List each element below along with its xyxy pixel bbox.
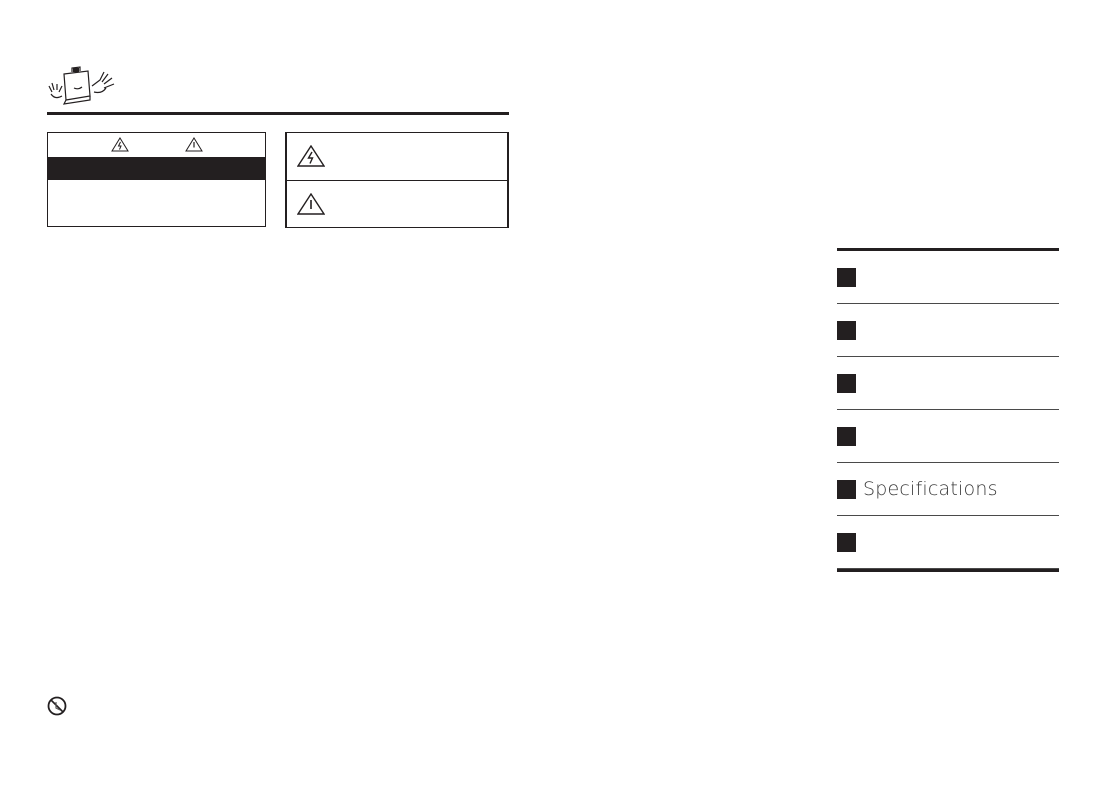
- toc-bullet: [837, 480, 856, 499]
- electric-shock-warning-icon: [111, 137, 129, 152]
- caution-exclamation-icon: [185, 137, 203, 152]
- toc-bottom-rule: [837, 569, 1059, 572]
- toc-bullet: [837, 427, 856, 446]
- header-rule: [47, 112, 509, 115]
- symbol-explanation-box: [285, 132, 509, 228]
- caution-symbol-row: [287, 181, 507, 228]
- toc-item[interactable]: [837, 251, 1059, 304]
- electric-shock-warning-icon: [297, 145, 325, 167]
- toc-item-label: Specifications: [863, 478, 998, 500]
- toc-bullet: [837, 374, 856, 393]
- monitor-mascot-icon: [48, 66, 115, 105]
- toc-bullet: [837, 268, 856, 287]
- warning-heading-bar: [48, 157, 265, 180]
- toc-bullet: [837, 533, 856, 552]
- shock-symbol-row: [287, 133, 507, 181]
- toc-item[interactable]: [837, 410, 1059, 463]
- toc-item[interactable]: [837, 357, 1059, 410]
- do-not-disassemble-icon: [47, 696, 67, 716]
- caution-exclamation-icon: [297, 193, 325, 215]
- caution-warning-box: [47, 132, 266, 227]
- toc-item[interactable]: [837, 304, 1059, 357]
- toc-bullet: [837, 321, 856, 340]
- toc-item-specifications[interactable]: Specifications: [837, 463, 1059, 516]
- toc-item[interactable]: [837, 516, 1059, 569]
- table-of-contents: Specifications: [837, 248, 1059, 572]
